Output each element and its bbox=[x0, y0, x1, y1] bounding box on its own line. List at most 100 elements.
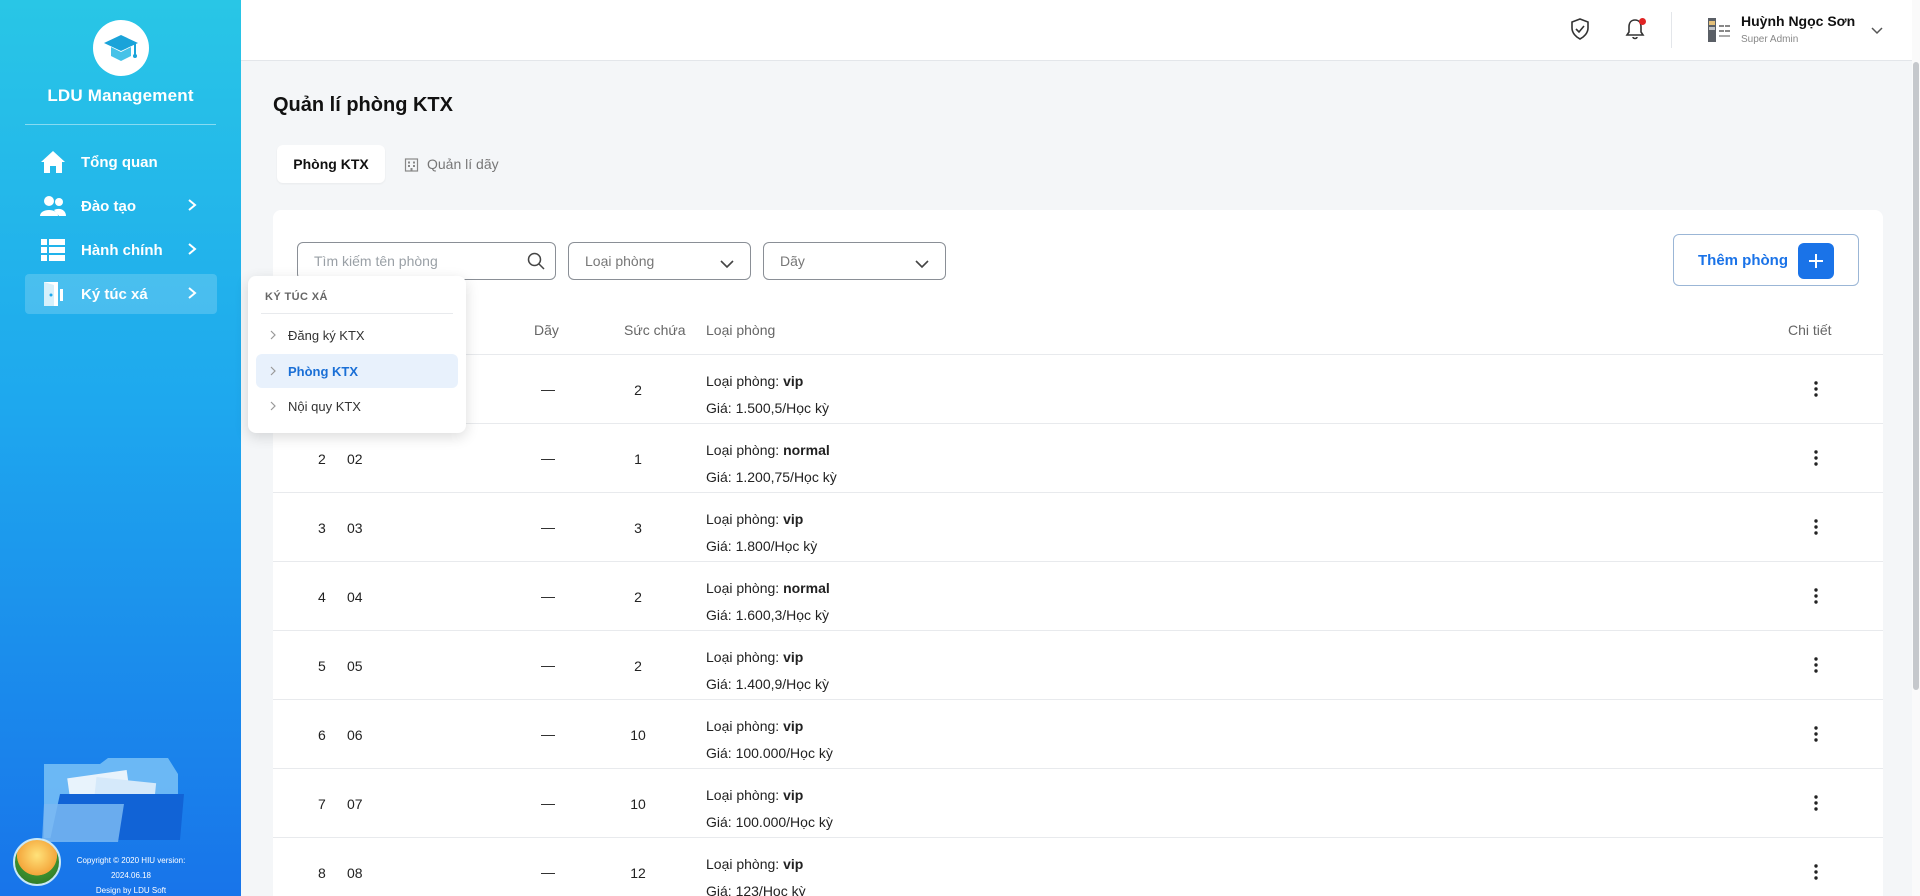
row-index: 6 bbox=[318, 727, 326, 743]
add-room-button[interactable]: Thêm phòng bbox=[1673, 234, 1859, 286]
row-index: 5 bbox=[318, 658, 326, 674]
column-header-detail: Chi tiết bbox=[1788, 322, 1832, 338]
room-type-value: vip bbox=[783, 787, 804, 803]
folder-illustration bbox=[40, 754, 190, 849]
table-row[interactable]: 5 05 — 2 Loại phòng: vip Giá: 1.400,9/Học kỳ bbox=[273, 630, 1883, 699]
page-title: Quản lí phòng KTX bbox=[273, 94, 453, 116]
room-name: 05 bbox=[347, 658, 363, 674]
sidebar-item-administration[interactable]: Hành chính bbox=[25, 230, 217, 270]
room-price: Giá: 100.000/Học kỳ bbox=[706, 814, 833, 830]
chevron-right-icon bbox=[270, 330, 276, 340]
room-type-line: Loại phòng: vip bbox=[706, 782, 833, 809]
room-type-prefix: Loại phòng: bbox=[706, 787, 784, 803]
room-type-prefix: Loại phòng: bbox=[706, 856, 784, 872]
room-type-info: Loại phòng: vip Giá: 1.800/Học kỳ bbox=[706, 506, 817, 560]
user-role: Super Admin bbox=[1741, 34, 1799, 45]
submenu-title: KÝ TÚC XÁ bbox=[265, 291, 328, 303]
room-type-prefix: Loại phòng: bbox=[706, 511, 784, 527]
room-price: Giá: 1.600,3/Học kỳ bbox=[706, 607, 829, 623]
row-index: 8 bbox=[318, 865, 326, 881]
sidebar-item-overview[interactable]: Tổng quan bbox=[25, 142, 217, 182]
room-type-info: Loại phòng: vip Giá: 100.000/Học kỳ bbox=[706, 713, 833, 767]
chevron-down-icon bbox=[915, 256, 929, 272]
chevron-right-icon bbox=[270, 366, 276, 376]
room-block: — bbox=[541, 519, 555, 535]
tab-rooms[interactable]: Phòng KTX bbox=[277, 145, 385, 183]
users-icon bbox=[39, 192, 67, 220]
add-room-label: Thêm phòng bbox=[1698, 251, 1788, 269]
sidebar-item-dormitory[interactable]: Ký túc xá bbox=[25, 274, 217, 314]
room-block: — bbox=[541, 450, 555, 466]
tab-label: Quản lí dãy bbox=[427, 156, 499, 172]
table-row[interactable]: 4 04 — 2 Loại phòng: normal Giá: 1.600,3/Học … bbox=[273, 561, 1883, 630]
table-row[interactable]: 3 03 — 3 Loại phòng: vip Giá: 1.800/Học kỳ bbox=[273, 492, 1883, 561]
room-price: Giá: 1.800/Học kỳ bbox=[706, 538, 818, 554]
room-capacity: 2 bbox=[634, 658, 642, 674]
avatar[interactable] bbox=[1706, 17, 1732, 43]
more-options-icon[interactable] bbox=[1805, 860, 1827, 884]
submenu-item-rooms[interactable]: Phòng KTX bbox=[256, 354, 458, 388]
home-icon bbox=[39, 148, 67, 176]
room-price: Giá: 1.500,5/Học kỳ bbox=[706, 400, 829, 416]
submenu-item-label: Phòng KTX bbox=[288, 363, 359, 379]
column-header-block: Dãy bbox=[534, 322, 559, 338]
building-icon bbox=[404, 157, 419, 172]
room-type-line: Loại phòng: vip bbox=[706, 644, 829, 671]
room-type-line: Loại phòng: normal bbox=[706, 437, 837, 464]
submenu-divider bbox=[261, 313, 453, 314]
room-capacity: 12 bbox=[630, 865, 646, 881]
room-type-value: vip bbox=[783, 373, 804, 389]
chevron-down-icon bbox=[720, 256, 734, 272]
more-options-icon[interactable] bbox=[1805, 515, 1827, 539]
room-name: 02 bbox=[347, 451, 363, 467]
shield-check-icon[interactable] bbox=[1568, 17, 1592, 41]
more-options-icon[interactable] bbox=[1805, 653, 1827, 677]
tab-blocks[interactable]: Quản lí dãy bbox=[404, 145, 499, 183]
sidebar-divider bbox=[25, 124, 216, 125]
more-options-icon[interactable] bbox=[1805, 791, 1827, 815]
scrollbar[interactable] bbox=[1912, 0, 1920, 896]
user-name[interactable]: Huỳnh Ngọc Sơn bbox=[1741, 13, 1855, 29]
dormitory-submenu: KÝ TÚC XÁ Đăng ký KTX Phòng KTX Nội quy … bbox=[248, 276, 466, 433]
more-options-icon[interactable] bbox=[1805, 377, 1827, 401]
search-icon[interactable] bbox=[527, 252, 545, 275]
room-block: — bbox=[541, 864, 555, 880]
more-options-icon[interactable] bbox=[1805, 446, 1827, 470]
room-type-value: vip bbox=[783, 856, 804, 872]
column-header-room-type: Loại phòng bbox=[706, 322, 776, 338]
sidebar-item-label: Đào tạo bbox=[81, 197, 137, 215]
submenu-item-register[interactable]: Đăng ký KTX bbox=[256, 318, 458, 352]
top-header: Huỳnh Ngọc Sơn Super Admin bbox=[241, 0, 1920, 61]
submenu-item-label: Nội quy KTX bbox=[288, 398, 361, 414]
room-capacity: 1 bbox=[634, 451, 642, 467]
room-capacity: 10 bbox=[630, 727, 646, 743]
table-row[interactable]: 6 06 — 10 Loại phòng: vip Giá: 100.000/Học kỳ bbox=[273, 699, 1883, 768]
island-logo bbox=[13, 838, 61, 886]
block-select[interactable]: Dãy bbox=[763, 242, 946, 280]
room-type-select[interactable]: Loại phòng bbox=[568, 242, 751, 280]
table-row[interactable]: 8 08 — 12 Loại phòng: vip Giá: 123/Học kỳ bbox=[273, 837, 1883, 896]
room-price: Giá: 1.400,9/Học kỳ bbox=[706, 676, 829, 692]
table-row[interactable]: 7 07 — 10 Loại phòng: vip Giá: 100.000/Học kỳ bbox=[273, 768, 1883, 837]
more-options-icon[interactable] bbox=[1805, 722, 1827, 746]
room-type-line: Loại phòng: vip bbox=[706, 368, 829, 395]
tab-label: Phòng KTX bbox=[293, 156, 369, 172]
row-index: 3 bbox=[318, 520, 326, 536]
more-options-icon[interactable] bbox=[1805, 584, 1827, 608]
notification-dot bbox=[1639, 18, 1646, 25]
scrollbar-thumb[interactable] bbox=[1913, 62, 1919, 690]
room-price: Giá: 1.200,75/Học kỳ bbox=[706, 469, 837, 485]
search-input[interactable] bbox=[314, 253, 524, 269]
sidebar-item-training[interactable]: Đào tạo bbox=[25, 186, 217, 226]
room-type-info: Loại phòng: vip Giá: 1.500,5/Học kỳ bbox=[706, 368, 829, 422]
submenu-item-rules[interactable]: Nội quy KTX bbox=[256, 389, 458, 423]
room-block: — bbox=[541, 657, 555, 673]
chevron-down-icon[interactable] bbox=[1871, 22, 1883, 40]
door-icon bbox=[39, 280, 67, 308]
app-logo[interactable] bbox=[93, 20, 149, 76]
table-row[interactable]: 101—2Loại phòng: vipGiá: 1.500,5/Học kỳ bbox=[273, 354, 1883, 423]
bell-icon[interactable] bbox=[1623, 17, 1647, 41]
sidebar: LDU Management Tổng quan Đào tạo Hành ch… bbox=[0, 0, 241, 896]
table-row[interactable]: 2 02 — 1 Loại phòng: normal Giá: 1.200,75/Học… bbox=[273, 423, 1883, 492]
room-capacity: 3 bbox=[634, 520, 642, 536]
